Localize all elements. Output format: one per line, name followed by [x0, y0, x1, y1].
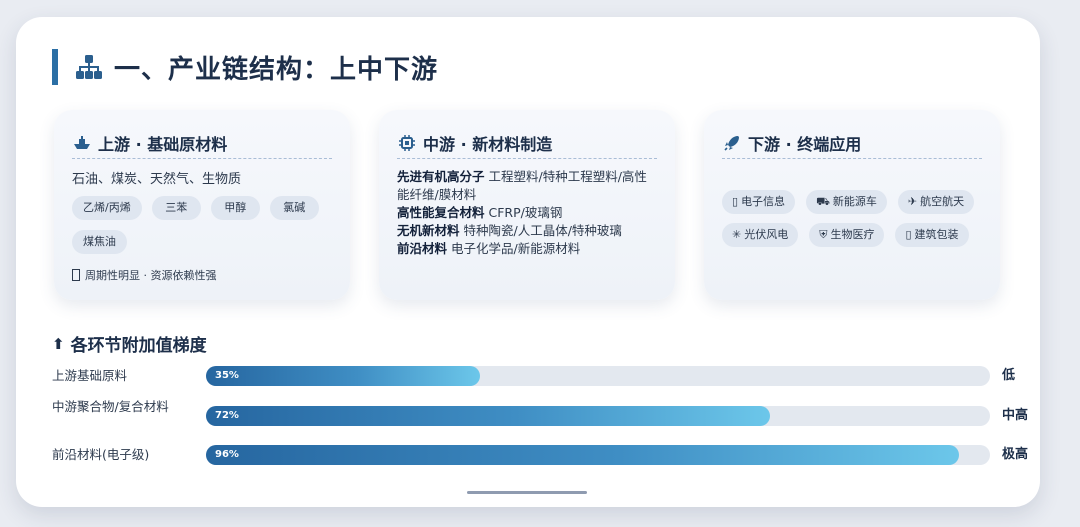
phone-icon: ▯: [732, 195, 739, 208]
upstream-card: 上游 · 基础原材料 石油、煤炭、天然气、生物质 乙烯/丙烯 三苯 甲醇 氯碱 …: [54, 110, 350, 300]
arrow-up-icon: ⬆: [52, 334, 65, 353]
bar-percent: 35%: [215, 370, 239, 381]
tag-label: 光伏风电: [744, 228, 789, 241]
downstream-card: 下游 · 终端应用 ▯ 电子信息 ⛟ 新能源车 ✈ 航空航天 ✳ 光伏风电 ⛨ 生物医疗 …: [704, 110, 1000, 300]
bar-track: 96%: [206, 445, 990, 465]
tag-pill: 氯碱: [269, 196, 319, 220]
divider: [397, 158, 657, 159]
row-label: 上游基础原料: [52, 368, 128, 383]
item-heading: 先进有机高分子: [397, 169, 485, 184]
upstream-note-text: 周期性明显 · 资源依赖性强: [85, 269, 217, 282]
page-title: 一、产业链结构：上中下游: [114, 54, 439, 85]
gradient-heading: ⬆ 各环节附加值梯度: [52, 331, 207, 357]
page-title-row: 一、产业链结构：上中下游: [52, 49, 438, 85]
item-heading: 前沿材料: [397, 241, 448, 256]
item-text: 特种陶瓷/人工晶体/特种玻璃: [459, 223, 622, 238]
slide: 一、产业链结构：上中下游 上游 · 基础原材料 石油、煤炭、天然气、生物质 乙烯…: [16, 17, 1040, 507]
tag-label: 电子信息: [741, 195, 786, 208]
tag-pill: 三苯: [151, 196, 201, 220]
tag-pill: 乙烯/丙烯: [72, 196, 142, 220]
value-level: 低: [1002, 368, 1016, 383]
bar-track: 72%: [206, 406, 990, 426]
tag-label: 建筑包装: [914, 228, 959, 241]
bar-fill: [206, 406, 771, 426]
tag-pill: ⛨ 生物医疗: [809, 223, 885, 247]
bar-fill: [206, 445, 959, 465]
title-accent-bar: [52, 49, 58, 85]
midstream-list: 先进有机高分子 工程塑料/特种工程塑料/高性能纤维/膜材料 高性能复合材料 CF…: [397, 168, 659, 258]
tag-pill: 甲醇: [210, 196, 260, 220]
value-level: 中高: [1002, 408, 1029, 423]
midstream-title: 中游 · 新材料制造: [423, 135, 553, 154]
tag-pill: ⛟ 新能源车: [806, 190, 887, 214]
tag-pill: ✳ 光伏风电: [722, 223, 799, 247]
bar-percent: 72%: [215, 410, 239, 421]
upstream-description: 石油、煤炭、天然气、生物质: [72, 172, 242, 187]
gradient-row: 前沿材料(电子级) 96% 极高: [52, 445, 1028, 467]
gradient-title: 各环节附加值梯度: [70, 336, 207, 356]
item-heading: 高性能复合材料: [397, 205, 485, 220]
upstream-tags: 乙烯/丙烯 三苯 甲醇 氯碱 煤焦油: [72, 196, 357, 264]
item-text: 电子化学品/新能源材料: [447, 241, 581, 256]
gradient-row: 上游基础原料 35% 低: [52, 366, 1016, 388]
item-heading: 无机新材料: [397, 223, 460, 238]
rocket-icon: [724, 136, 739, 151]
solar-icon: ✳: [732, 228, 742, 241]
tag-pill: ▯ 建筑包装: [895, 223, 969, 247]
list-item: 前沿材料 电子化学品/新能源材料: [397, 240, 659, 258]
downstream-title: 下游 · 终端应用: [748, 135, 862, 154]
divider: [722, 158, 982, 159]
item-text: CFRP/玻璃钢: [484, 205, 563, 220]
upstream-note: 周期性明显 · 资源依赖性强: [72, 267, 217, 283]
scroll-indicator[interactable]: [467, 491, 587, 494]
downstream-tags: ▯ 电子信息 ⛟ 新能源车 ✈ 航空航天 ✳ 光伏风电 ⛨ 生物医疗 ▯ 建筑包装: [722, 190, 992, 256]
bar-percent: 96%: [215, 449, 239, 460]
value-level: 极高: [1002, 447, 1029, 462]
tag-pill: 煤焦油: [72, 230, 127, 254]
list-item: 先进有机高分子 工程塑料/特种工程塑料/高性能纤维/膜材料: [397, 168, 659, 204]
tag-label: 生物医疗: [830, 228, 875, 241]
tag-pill: ▯ 电子信息: [722, 190, 796, 214]
tag-label: 航空航天: [920, 195, 965, 208]
plane-icon: ✈: [907, 195, 918, 208]
bar-fill: [206, 366, 481, 386]
box-icon: ▯: [905, 228, 912, 241]
shield-icon: ⛨: [819, 228, 828, 241]
gradient-row: 中游聚合物/复合材料 72% 中高: [52, 399, 1028, 428]
car-icon: ⛟: [816, 195, 830, 208]
tag-pill: ✈ 航空航天: [897, 190, 975, 214]
row-label: 前沿材料(电子级): [52, 447, 150, 462]
list-item: 无机新材料 特种陶瓷/人工晶体/特种玻璃: [397, 222, 659, 240]
upstream-title: 上游 · 基础原材料: [98, 135, 228, 154]
hierarchy-icon: [76, 55, 102, 79]
list-item: 高性能复合材料 CFRP/玻璃钢: [397, 204, 659, 222]
row-label: 中游聚合物/复合材料: [52, 399, 169, 414]
tag-label: 新能源车: [832, 195, 877, 208]
note-icon: [72, 269, 80, 281]
midstream-card: 中游 · 新材料制造 先进有机高分子 工程塑料/特种工程塑料/高性能纤维/膜材料…: [379, 110, 675, 300]
ship-icon: [74, 136, 90, 149]
divider: [72, 158, 332, 159]
bar-track: 35%: [206, 366, 990, 386]
chip-icon: [399, 135, 415, 151]
